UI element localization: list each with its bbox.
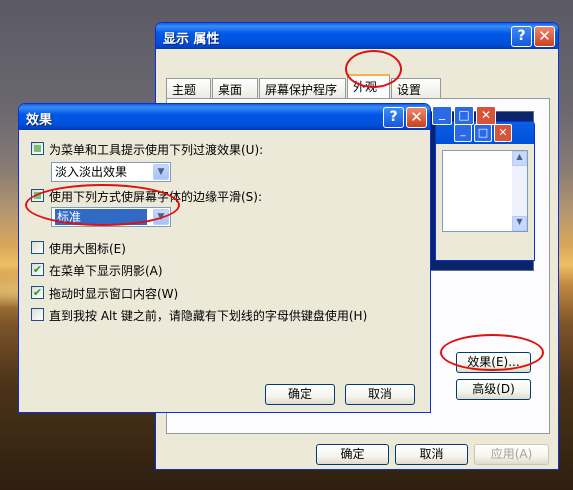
cancel-button[interactable]: 取消 [395, 444, 468, 465]
effects-cancel-button[interactable]: 取消 [345, 384, 415, 405]
preview-maximize-icon: □ [474, 124, 492, 142]
transition-effects-checkbox[interactable] [31, 142, 44, 155]
close-icon[interactable]: ✕ [406, 107, 427, 128]
large-icons-checkbox[interactable] [31, 241, 44, 254]
hide-underline-label: 直到我按 Alt 键之前，请隐藏有下划线的字母供键盘使用(H) [49, 309, 368, 323]
display-properties-titlebar[interactable]: 显示 属性 ? ✕ [156, 23, 558, 49]
effects-dialog-title: 效果 [26, 113, 53, 128]
drag-content-label: 拖动时显示窗口内容(W) [49, 287, 179, 301]
maximize-icon: □ [454, 106, 474, 125]
large-icons-label: 使用大图标(E) [49, 242, 126, 256]
chevron-down-icon[interactable]: ▼ [153, 164, 169, 180]
advanced-button[interactable]: 高级(D) [456, 379, 531, 400]
close-icon[interactable]: ✕ [534, 26, 555, 47]
tab-desktop[interactable]: 桌面 [212, 78, 258, 98]
preview-titlebar-buttons: _ □ ✕ [432, 104, 502, 126]
preview-inner-window: _ □ ✕ ▲ ▼ [435, 121, 535, 261]
transition-effect-select[interactable]: 淡入淡出效果 ▼ [51, 162, 171, 182]
preview-scrollbar: ▲ ▼ [512, 151, 527, 231]
tab-screensaver[interactable]: 屏幕保护程序 [259, 78, 346, 98]
effects-titlebar[interactable]: 效果 ? ✕ [19, 104, 430, 130]
minimize-icon: _ [432, 106, 452, 125]
effects-dialog: 效果 ? ✕ 为菜单和工具提示使用下列过渡效果(U): 淡入淡出效果 ▼ 使用下… [18, 103, 431, 413]
chevron-down-icon[interactable]: ▼ [153, 209, 169, 225]
window-title: 显示 属性 [163, 32, 220, 47]
font-smoothing-value: 标准 [55, 209, 148, 225]
tab-settings[interactable]: 设置 [391, 78, 441, 98]
close-icon: ✕ [476, 106, 496, 125]
font-smoothing-select[interactable]: 标准 ▼ [51, 207, 171, 227]
hide-underline-checkbox[interactable] [31, 308, 44, 321]
tab-themes[interactable]: 主题 [166, 78, 211, 98]
tab-appearance[interactable]: 外观 [347, 74, 390, 99]
transition-effects-label: 为菜单和工具提示使用下列过渡效果(U): [49, 143, 264, 157]
effects-button[interactable]: 效果(E)... [456, 352, 531, 373]
preview-minimize-icon: _ [454, 124, 472, 142]
help-icon[interactable]: ? [511, 26, 532, 47]
help-icon[interactable]: ? [383, 107, 404, 128]
font-smoothing-label: 使用下列方式使屏幕字体的边缘平滑(S): [49, 190, 263, 204]
font-smoothing-checkbox[interactable] [31, 189, 44, 202]
drag-content-checkbox[interactable]: ✔ [31, 286, 44, 299]
menu-shadow-label: 在菜单下显示阴影(A) [49, 264, 163, 278]
menu-shadow-checkbox[interactable]: ✔ [31, 263, 44, 276]
ok-button[interactable]: 确定 [316, 444, 389, 465]
apply-button[interactable]: 应用(A) [474, 444, 549, 465]
effects-ok-button[interactable]: 确定 [265, 384, 335, 405]
preview-close-icon: ✕ [494, 124, 512, 142]
transition-effect-value: 淡入淡出效果 [55, 165, 128, 179]
